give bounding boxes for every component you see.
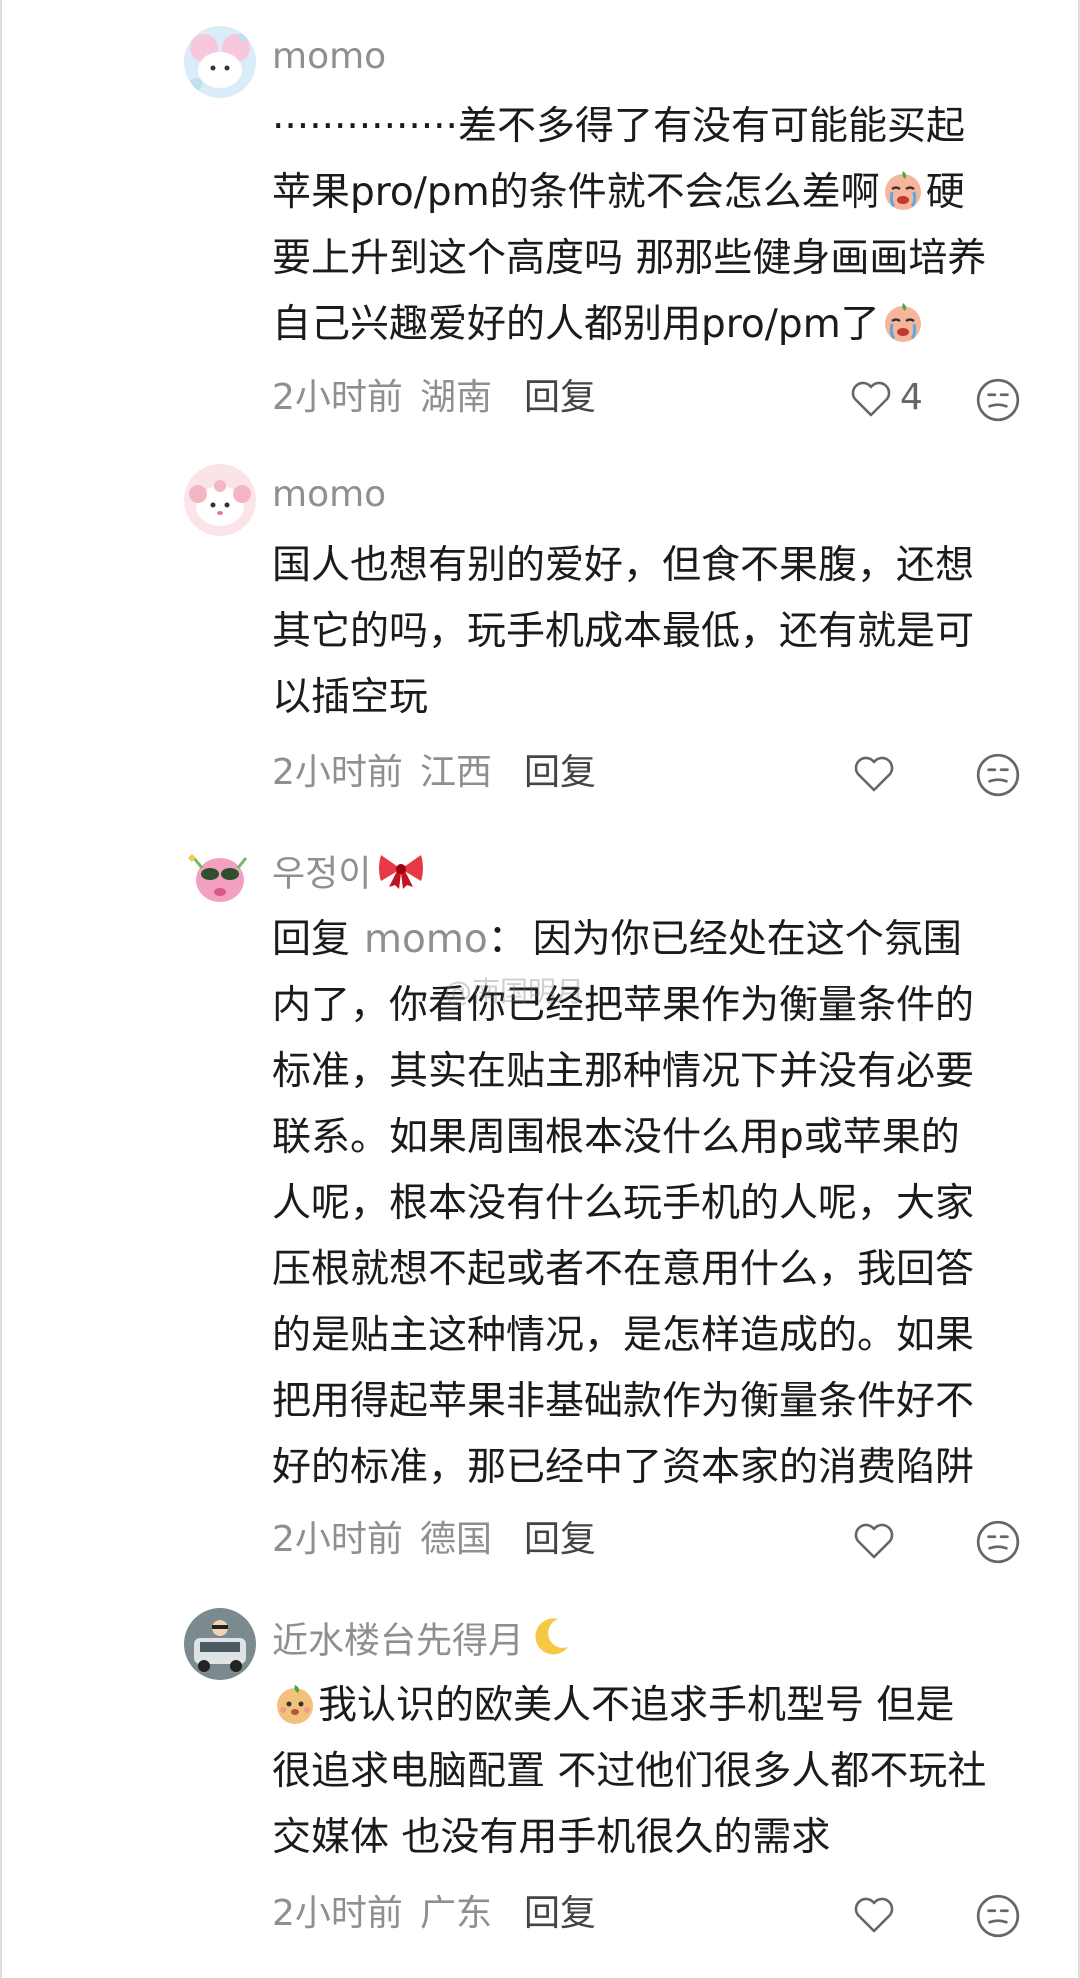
text-line: 好的标准，那已经中了资本家的消费陷阱	[272, 1445, 975, 1490]
text-line: 其它的吗，玩手机成本最低，还有就是可	[272, 609, 975, 654]
like-count: 4	[900, 377, 923, 418]
heart-outline-icon[interactable]	[847, 374, 895, 422]
reply-button[interactable]: 回复	[524, 1514, 596, 1566]
text-segment: 苹果pro/pm的条件就不会怎么差啊	[272, 170, 880, 215]
reply-prefix: 回复	[272, 917, 351, 962]
comment-meta: 2小时前 广东 回复	[272, 1888, 1080, 1940]
comment-meta: 2小时前 湖南 回复 4	[272, 372, 1080, 424]
comment-text: 回复 momo： 因为你已经处在这个氛围 内了，你看你已经把苹果作为衡量条件的 标准…	[272, 907, 1042, 1501]
watermark: @南国明月	[444, 975, 585, 1008]
text-segment: 因为你已经处在这个氛围	[532, 917, 962, 962]
heart-outline-icon[interactable]	[850, 1890, 898, 1938]
avatar[interactable]	[184, 838, 256, 910]
text-segment: 硬	[925, 170, 965, 215]
comment-meta: 2小时前 德国 回复	[272, 1514, 1080, 1566]
avatar[interactable]	[184, 26, 256, 98]
location: 江西	[420, 752, 493, 793]
text-line: 内了，你看你已经把苹果作为衡量条件的	[272, 983, 975, 1028]
timestamp: 2小时前	[272, 752, 403, 793]
avatar[interactable]	[184, 464, 256, 536]
text-line: 交媒体 也没有用手机很久的需求	[272, 1815, 831, 1860]
username-text: 近水楼台先得月	[272, 1620, 525, 1662]
text-line: 国人也想有别的爱好，但食不果腹，还想	[272, 543, 975, 588]
crying-face-emoji-icon	[880, 167, 926, 213]
text-line: 联系。如果周围根本没什么用p或苹果的	[272, 1115, 960, 1160]
timestamp: 2小时前	[272, 1893, 403, 1934]
comment-text: 国人也想有别的爱好，但食不果腹，还想 其它的吗，玩手机成本最低，还有就是可 以插…	[272, 533, 1042, 731]
username-text: 우정이	[272, 853, 372, 895]
reply-colon: ：	[487, 917, 527, 962]
meh-face-icon[interactable]	[974, 1892, 1020, 1938]
timestamp: 2小时前	[272, 377, 403, 418]
meh-face-icon[interactable]	[974, 376, 1020, 422]
text-line: ···············差不多得了有没有可能能买起	[272, 104, 965, 149]
text-line: 我认识的欧美人不追求手机型号 但是	[272, 1673, 1042, 1739]
text-segment: 我认识的欧美人不追求手机型号 但是	[318, 1683, 955, 1728]
text-line: 的是贴主这种情况，是怎样造成的。如果	[272, 1313, 975, 1358]
text-line: 自己兴趣爱好的人都别用pro/pm了	[272, 292, 1042, 358]
location: 德国	[420, 1519, 493, 1560]
peach-face-emoji-icon	[272, 1680, 318, 1726]
text-line: 很追求电脑配置 不过他们很多人都不玩社	[272, 1749, 987, 1794]
left-edge-line	[0, 0, 2, 1978]
text-line: 要上升到这个高度吗 那那些健身画画培养	[272, 236, 987, 281]
username[interactable]: momo	[272, 471, 386, 519]
username[interactable]: momo	[272, 33, 386, 81]
meh-face-icon[interactable]	[974, 1518, 1020, 1564]
crescent-moon-icon	[528, 1613, 574, 1672]
heart-outline-icon[interactable]	[850, 749, 898, 797]
comment-text: ···············差不多得了有没有可能能买起 苹果pro/pm的条件…	[272, 94, 1042, 358]
text-line: 苹果pro/pm的条件就不会怎么差啊硬	[272, 160, 1042, 226]
username[interactable]: 우정이	[272, 849, 427, 897]
comment-text: 我认识的欧美人不追求手机型号 但是 很追求电脑配置 不过他们很多人都不玩社 交媒…	[272, 1673, 1042, 1871]
reply-button[interactable]: 回复	[524, 1888, 596, 1940]
avatar[interactable]	[184, 1608, 256, 1680]
crying-face-emoji-icon	[880, 299, 926, 345]
text-line: 人呢，根本没有什么玩手机的人呢，大家	[272, 1181, 975, 1226]
heart-outline-icon[interactable]	[850, 1516, 898, 1564]
text-line: 把用得起苹果非基础款作为衡量条件好不	[272, 1379, 975, 1424]
text-line: 压根就想不起或者不在意用什么，我回答	[272, 1247, 975, 1292]
reply-button[interactable]: 回复	[524, 372, 596, 424]
location: 湖南	[420, 377, 493, 418]
timestamp: 2小时前	[272, 1519, 403, 1560]
reply-button[interactable]: 回复	[524, 747, 596, 799]
meh-face-icon[interactable]	[974, 751, 1020, 797]
location: 广东	[420, 1893, 493, 1934]
username[interactable]: 近水楼台先得月	[272, 1613, 574, 1662]
text-segment: 自己兴趣爱好的人都别用pro/pm了	[272, 302, 880, 347]
ribbon-bow-icon	[375, 849, 427, 902]
text-line: 回复 momo： 因为你已经处在这个氛围	[272, 907, 1042, 973]
text-line: 以插空玩	[272, 675, 429, 720]
comment-meta: 2小时前 江西 回复	[272, 747, 1080, 799]
text-line: 标准，其实在贴主那种情况下并没有必要	[272, 1049, 975, 1094]
reply-target-username[interactable]: momo	[364, 917, 488, 962]
